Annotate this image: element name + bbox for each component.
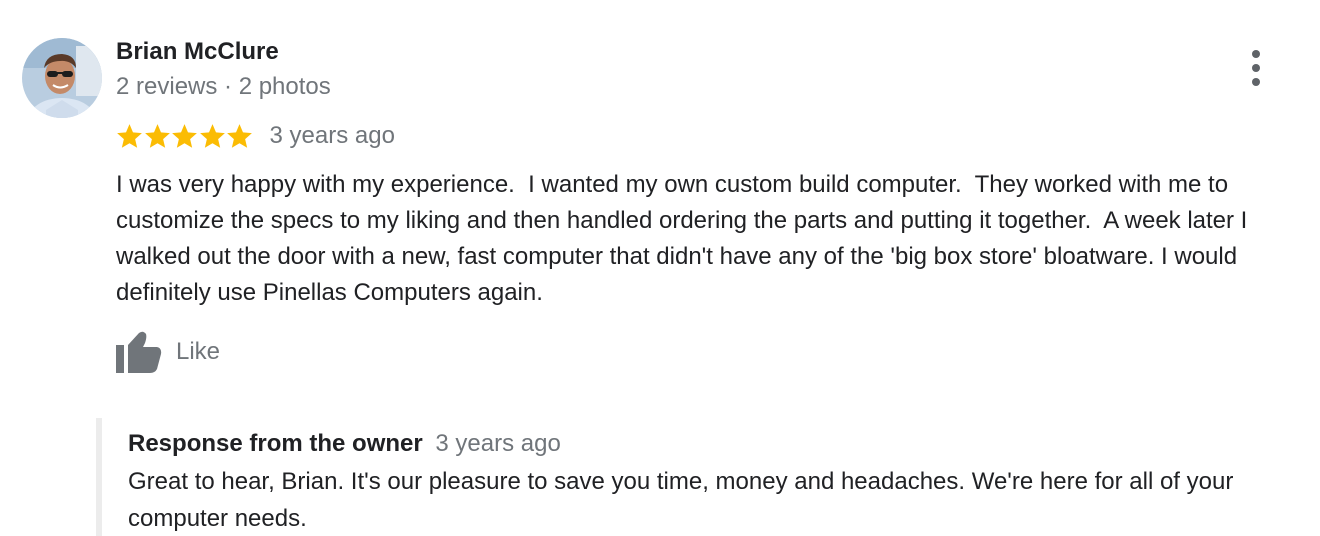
- more-vert-icon: [1252, 50, 1260, 58]
- star-icon: [172, 123, 197, 148]
- owner-response-header: Response from the owner 3 years ago: [128, 430, 561, 458]
- star-icon: [117, 123, 142, 148]
- owner-response-title: Response from the owner: [128, 430, 423, 457]
- review-card: Brian McClure 2 reviews · 2 photos 3 yea…: [0, 0, 1320, 536]
- reviewer-stats[interactable]: 2 reviews · 2 photos: [116, 73, 331, 101]
- avatar-photo: [22, 38, 102, 118]
- more-vert-icon-dot: [1252, 78, 1260, 86]
- star-icon: [227, 123, 252, 148]
- avatar[interactable]: [22, 38, 102, 118]
- rating-row: 3 years ago: [116, 120, 395, 152]
- owner-response: Response from the owner 3 years ago Grea…: [96, 418, 1312, 536]
- thumbs-up-icon: [116, 331, 162, 373]
- more-vert-icon-dot: [1252, 64, 1260, 72]
- star-icon: [199, 123, 225, 148]
- reviewer-name[interactable]: Brian McClure: [116, 38, 279, 66]
- owner-response-text: Great to hear, Brian. It's our pleasure …: [128, 468, 1234, 532]
- star-rating: [116, 123, 254, 150]
- star-icon: [144, 123, 170, 148]
- review-text: I was very happy with my experience. I w…: [116, 171, 1255, 306]
- like-button[interactable]: Like: [116, 330, 220, 374]
- owner-response-timestamp: 3 years ago: [435, 430, 561, 457]
- like-label: Like: [176, 338, 221, 365]
- review-timestamp: 3 years ago: [269, 122, 395, 149]
- more-options-button[interactable]: [1240, 46, 1272, 90]
